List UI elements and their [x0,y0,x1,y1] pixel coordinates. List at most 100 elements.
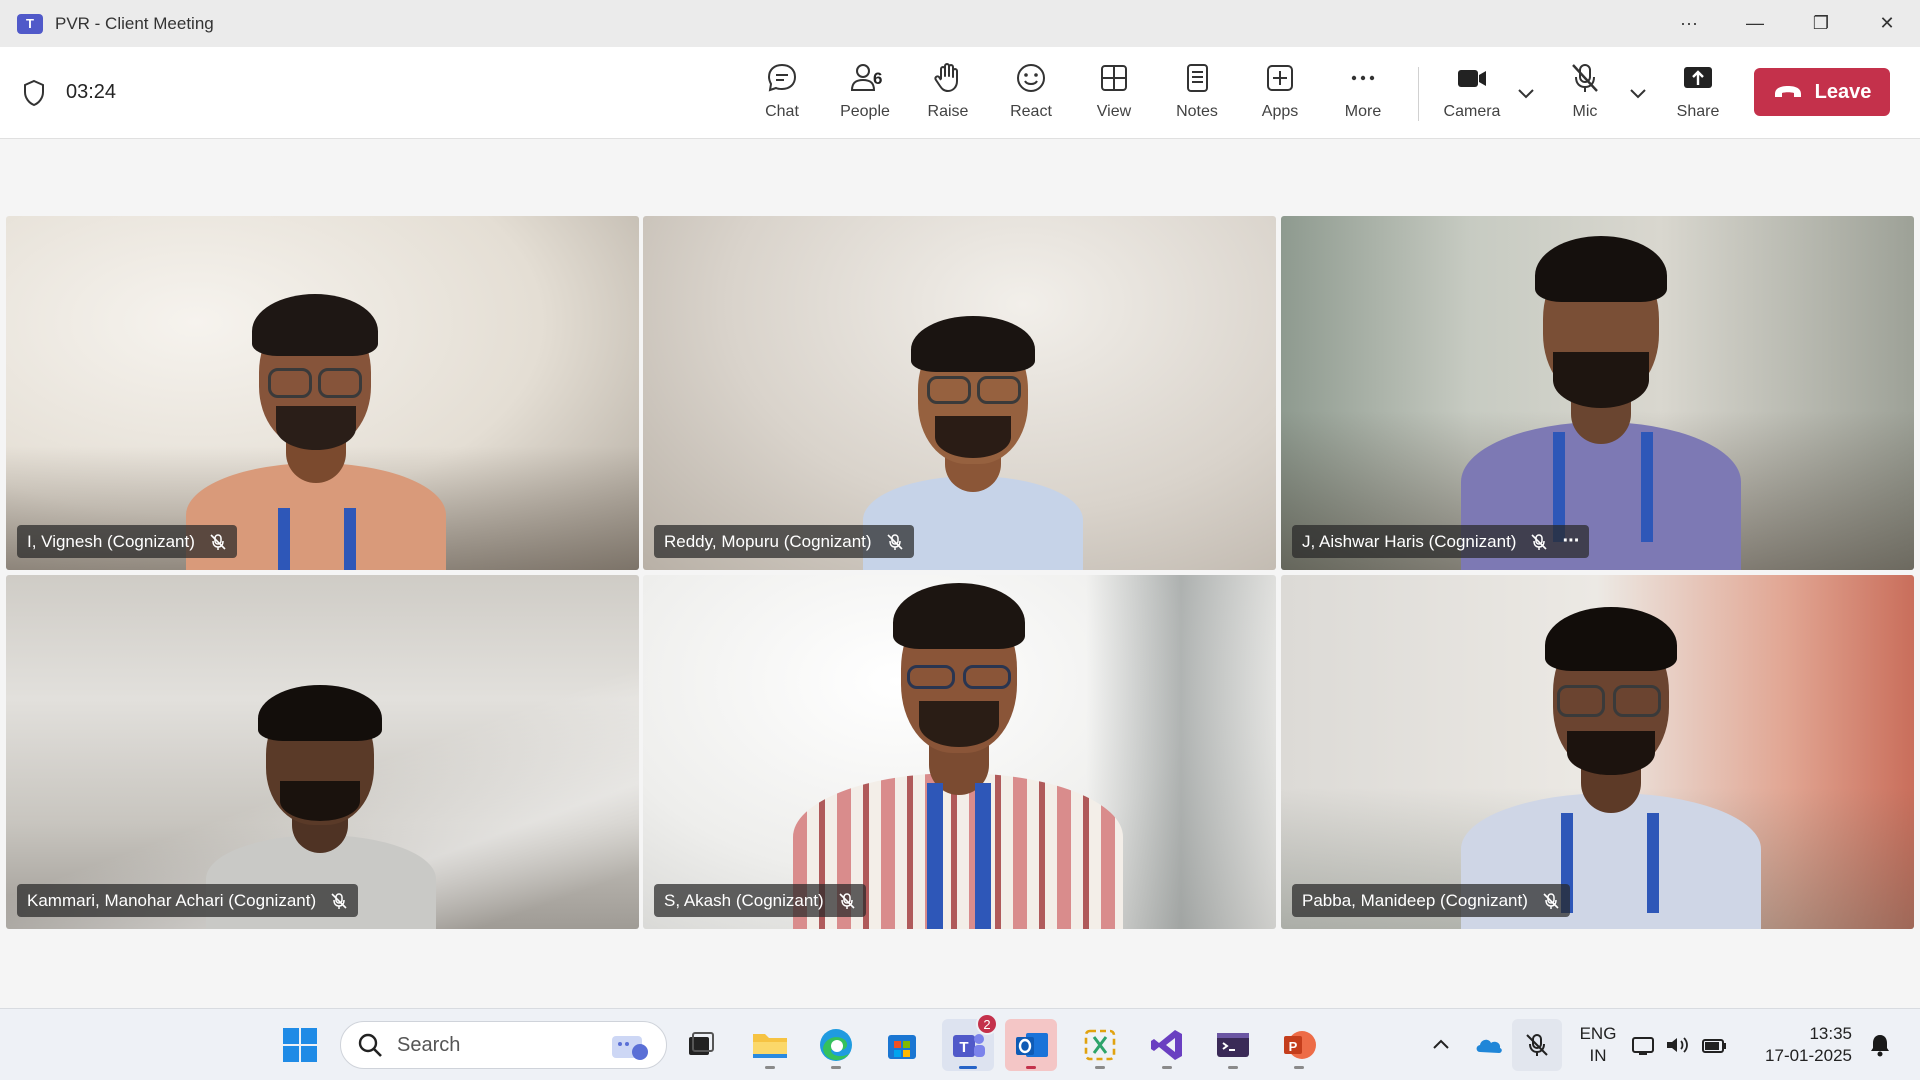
react-label: React [1010,103,1052,120]
microsoft-store-icon[interactable] [876,1019,928,1071]
mic-muted-icon [1543,892,1559,909]
notification-bell-icon[interactable] [1860,1019,1900,1071]
hang-up-icon [1774,86,1801,97]
restore-button[interactable]: ❐ [1788,0,1854,47]
participant-nametag: Kammari, Manohar Achari (Cognizant) [17,884,359,917]
video-tile[interactable]: Pabba, Manideep (Cognizant) [1281,575,1914,929]
raise-label: Raise [927,103,969,120]
mic-button[interactable]: Mic [1545,61,1625,127]
camera-label: Camera [1443,103,1501,120]
share-label: Share [1676,103,1720,120]
language-line1: ENG [1579,1024,1617,1043]
camera-icon [1458,70,1486,87]
participant-nametag: S, Akash (Cognizant) [654,884,866,917]
participant-nametag: Reddy, Mopuru (Cognizant) [654,525,914,558]
shield-icon[interactable] [22,79,46,107]
clock-time: 13:35 [1809,1024,1852,1043]
mic-muted-tray-icon[interactable] [1512,1019,1562,1071]
mic-muted-icon [331,892,347,909]
quick-settings[interactable] [1624,1019,1734,1071]
video-tile[interactable]: I, Vignesh (Cognizant) [6,216,639,570]
video-tile[interactable]: Reddy, Mopuru (Cognizant) [643,216,1276,570]
terminal-icon[interactable] [1207,1019,1259,1071]
participant-name: S, Akash (Cognizant) [664,890,824,910]
leave-label: Leave [1814,80,1872,103]
react-button[interactable]: React [991,61,1071,127]
chat-label: Chat [765,103,799,120]
chat-icon [767,63,797,92]
video-tile[interactable]: J, Aishwar Haris (Cognizant) ··· [1281,216,1914,570]
clock-date: 17-01-2025 [1765,1046,1852,1065]
more-label: More [1344,103,1382,120]
file-explorer-icon[interactable] [744,1019,796,1071]
participant-nametag: J, Aishwar Haris (Cognizant) ··· [1292,525,1590,558]
participant-name: I, Vignesh (Cognizant) [27,531,195,551]
teams-app-icon: T [17,13,43,34]
view-button[interactable]: View [1074,61,1154,127]
language-indicator[interactable]: ENG IN [1574,1023,1622,1067]
notes-icon [1187,64,1208,92]
meeting-toolbar: 03:24 Chat 6 People Raise React View Not… [0,47,1920,139]
add-apps-icon [1267,65,1293,91]
search-placeholder: Search [397,1033,461,1056]
leave-button[interactable]: Leave [1754,68,1890,116]
window-title: PVR - Client Meeting [55,13,214,33]
edge-browser-icon[interactable] [810,1019,862,1071]
task-view-icon[interactable] [675,1019,727,1071]
chevron-up-icon[interactable] [1416,1019,1466,1071]
notes-label: Notes [1176,103,1218,120]
participant-video-6 [1461,603,1761,929]
system-clock[interactable]: 13:35 17-01-2025 [1752,1023,1852,1067]
search-highlight-icon [612,1036,648,1060]
more-button[interactable]: More [1323,61,1403,127]
snipping-tool-icon[interactable] [1074,1019,1126,1071]
title-bar: T PVR - Client Meeting ··· — ❐ ✕ [0,0,1920,47]
view-label: View [1096,103,1132,120]
participant-name: Pabba, Manideep (Cognizant) [1302,890,1528,910]
video-tile[interactable]: Kammari, Manohar Achari (Cognizant) [6,575,639,929]
taskbar-search[interactable]: Search [340,1021,667,1069]
minimize-button[interactable]: — [1722,0,1788,47]
participant-video-3 [1461,232,1741,570]
people-button[interactable]: 6 People [825,61,905,127]
close-button[interactable]: ✕ [1854,0,1920,47]
share-tray-icon [1684,67,1712,88]
camera-button[interactable]: Camera [1432,61,1512,127]
apps-label: Apps [1261,103,1299,120]
outlook-icon[interactable] [1005,1019,1057,1071]
meeting-timer: 03:24 [66,81,117,103]
mic-muted-icon [839,892,855,909]
svg-text:P: P [1289,1039,1298,1054]
apps-button[interactable]: Apps [1240,61,1320,127]
participant-nametag: Pabba, Manideep (Cognizant) [1292,884,1570,917]
participant-name: Kammari, Manohar Achari (Cognizant) [27,890,317,910]
mic-options-chevron-icon[interactable] [1626,81,1650,105]
visual-studio-icon[interactable] [1141,1019,1193,1071]
people-count: 6 [873,69,883,88]
mic-muted-icon [210,533,226,550]
people-label: People [840,103,890,120]
more-dots-icon [1351,75,1375,81]
raise-hand-button[interactable]: Raise [908,61,988,127]
powerpoint-icon[interactable]: P [1273,1019,1325,1071]
mic-label: Mic [1572,103,1598,120]
camera-options-chevron-icon[interactable] [1514,81,1538,105]
participant-video-5 [793,583,1123,929]
participant-more-icon[interactable]: ··· [1562,530,1580,553]
notification-badge: 2 [976,1013,998,1035]
notes-button[interactable]: Notes [1157,61,1237,127]
chat-button[interactable]: Chat [742,61,822,127]
smiley-icon [1017,64,1045,92]
participant-name: J, Aishwar Haris (Cognizant) [1302,531,1517,551]
language-line2: IN [1589,1046,1607,1065]
video-tile[interactable]: S, Akash (Cognizant) [643,575,1276,929]
mic-muted-icon [886,533,903,550]
toolbar-divider [1418,67,1419,121]
more-options-icon[interactable]: ··· [1656,0,1722,47]
windows-start-icon[interactable] [274,1019,326,1071]
windows-taskbar: Search T 2 P ENG IN 13:35 17-01-2025 [0,1008,1920,1080]
teams-taskbar-icon[interactable]: T 2 [942,1013,998,1071]
onedrive-icon[interactable] [1464,1019,1514,1071]
share-button[interactable]: Share [1658,61,1738,127]
search-icon [358,1033,382,1057]
